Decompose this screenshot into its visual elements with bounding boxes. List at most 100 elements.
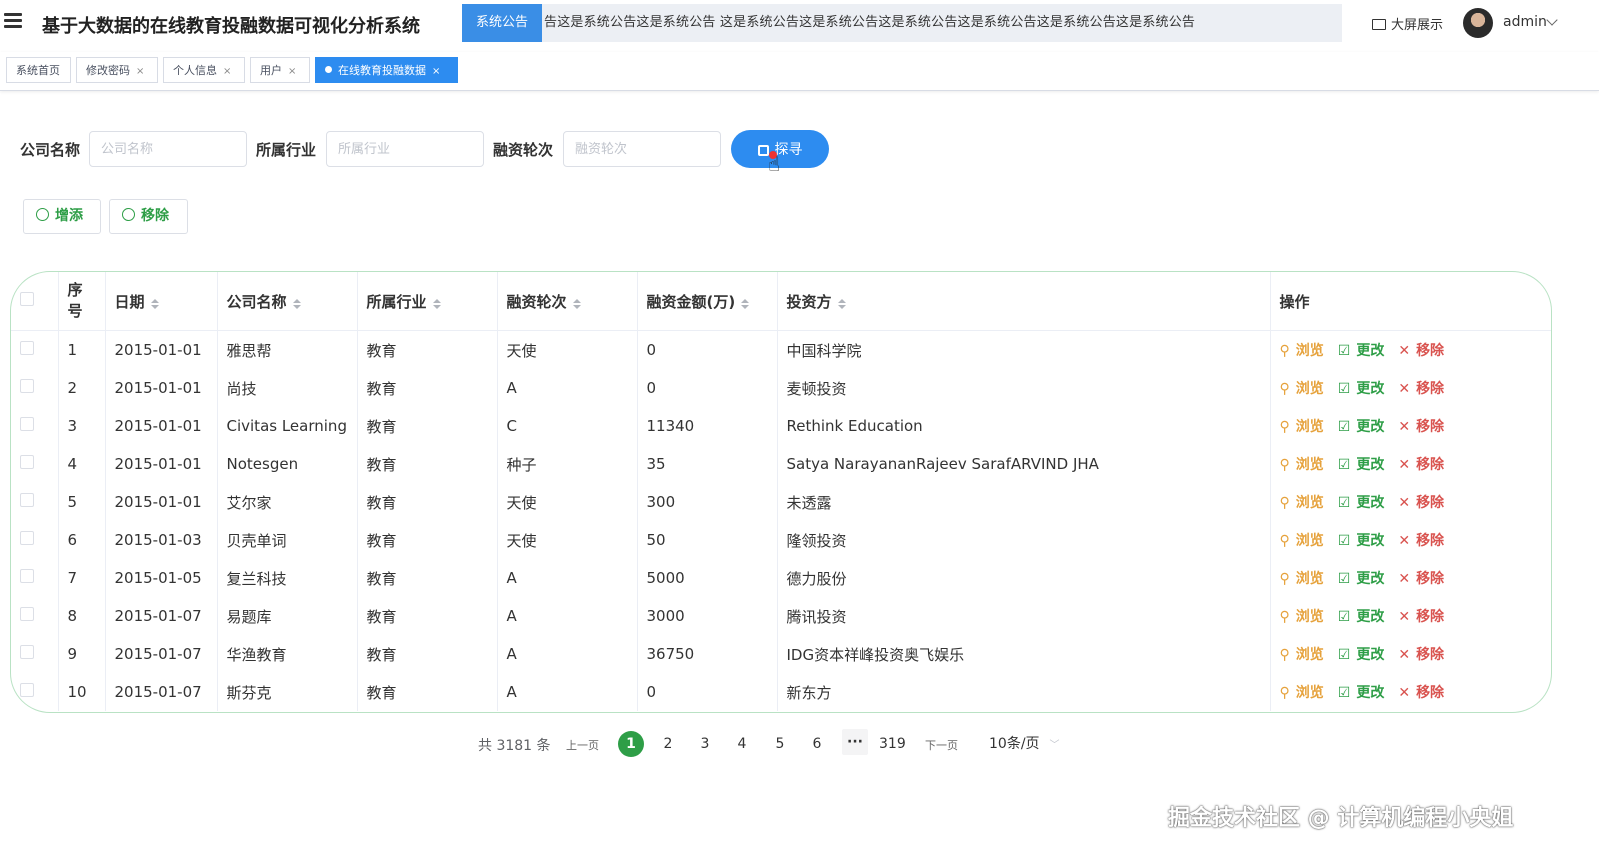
row-select-cell[interactable] xyxy=(11,673,59,711)
view-button[interactable]: ⚲ 浏览 xyxy=(1280,419,1324,435)
page-last-button[interactable]: 319 xyxy=(879,731,906,757)
row-checkbox[interactable] xyxy=(20,417,34,431)
delete-button[interactable]: ✕ 移除 xyxy=(1398,571,1444,587)
close-icon[interactable]: × xyxy=(288,66,296,77)
row-checkbox[interactable] xyxy=(20,341,34,355)
tab-profile[interactable]: 个人信息 × xyxy=(163,57,245,83)
view-button[interactable]: ⚲ 浏览 xyxy=(1280,495,1324,511)
close-icon: ✕ xyxy=(1398,685,1411,701)
industry-input[interactable] xyxy=(326,131,484,167)
page-1-button[interactable]: 1 xyxy=(618,731,644,757)
row-checkbox[interactable] xyxy=(20,569,34,583)
delete-button[interactable]: ✕ 移除 xyxy=(1398,457,1444,473)
edit-button[interactable]: ☑ 更改 xyxy=(1338,533,1385,549)
close-icon[interactable]: × xyxy=(136,66,144,77)
row-select-cell[interactable] xyxy=(11,521,59,559)
delete-button[interactable]: ✕ 移除 xyxy=(1398,343,1444,359)
row-checkbox[interactable] xyxy=(20,645,34,659)
row-select-cell[interactable] xyxy=(11,597,59,635)
select-all-cell[interactable] xyxy=(11,272,59,331)
col-industry[interactable]: 所属行业 xyxy=(357,272,498,331)
page-5-button[interactable]: 5 xyxy=(767,731,793,757)
page-2-button[interactable]: 2 xyxy=(655,731,681,757)
col-date[interactable]: 日期 xyxy=(105,272,218,331)
round-input[interactable] xyxy=(563,131,721,167)
close-icon[interactable]: × xyxy=(223,66,231,77)
col-investor[interactable]: 投资方 xyxy=(777,272,1271,331)
view-button[interactable]: ⚲ 浏览 xyxy=(1280,343,1324,359)
col-amount[interactable]: 融资金额(万) xyxy=(637,272,778,331)
delete-button[interactable]: ✕ 移除 xyxy=(1398,381,1444,397)
edit-button[interactable]: ☑ 更改 xyxy=(1338,419,1385,435)
delete-button[interactable]: ✕ 移除 xyxy=(1398,647,1444,663)
tab-home[interactable]: 系统首页 xyxy=(6,57,71,83)
row-select-cell[interactable] xyxy=(11,407,59,445)
chevron-down-icon[interactable] xyxy=(1546,14,1558,26)
edit-button[interactable]: ☑ 更改 xyxy=(1338,381,1385,397)
tab-change-password[interactable]: 修改密码 × xyxy=(76,57,158,83)
sort-icon[interactable] xyxy=(741,298,750,309)
user-name[interactable]: admin xyxy=(1503,14,1547,30)
col-company[interactable]: 公司名称 xyxy=(217,272,358,331)
view-button[interactable]: ⚲ 浏览 xyxy=(1280,381,1324,397)
more-pages-button[interactable]: ··· xyxy=(842,729,868,755)
view-button[interactable]: ⚲ 浏览 xyxy=(1280,685,1324,701)
delete-button[interactable]: ✕ 移除 xyxy=(1398,685,1444,701)
search-icon: ⚲ xyxy=(1279,381,1290,397)
page-size-select[interactable]: 10条/页 ﹀ xyxy=(989,731,1060,757)
row-checkbox[interactable] xyxy=(20,607,34,621)
cell-company: 尚技 xyxy=(217,369,358,407)
edit-button[interactable]: ☑ 更改 xyxy=(1338,571,1385,587)
row-select-cell[interactable] xyxy=(11,330,59,369)
tab-users[interactable]: 用户 × xyxy=(250,57,310,83)
row-select-cell[interactable] xyxy=(11,369,59,407)
row-checkbox[interactable] xyxy=(20,455,34,469)
sort-icon[interactable] xyxy=(432,298,441,309)
edit-button[interactable]: ☑ 更改 xyxy=(1338,685,1385,701)
edit-icon: ☑ xyxy=(1337,685,1351,701)
delete-button[interactable]: ✕ 移除 xyxy=(1398,533,1444,549)
sort-icon[interactable] xyxy=(572,298,581,309)
edit-button[interactable]: ☑ 更改 xyxy=(1338,343,1385,359)
menu-icon[interactable] xyxy=(4,13,22,29)
view-button[interactable]: ⚲ 浏览 xyxy=(1280,533,1324,549)
sort-icon[interactable] xyxy=(837,298,846,309)
tab-edu-finance-data[interactable]: 在线教育投融数据 × xyxy=(315,57,458,83)
bigscreen-link[interactable]: 大屏展示 xyxy=(1372,14,1443,33)
company-input[interactable] xyxy=(89,131,247,167)
prev-page-button[interactable]: 上一页 xyxy=(566,733,599,759)
select-all-checkbox[interactable] xyxy=(20,292,34,306)
page-4-button[interactable]: 4 xyxy=(729,731,755,757)
row-select-cell[interactable] xyxy=(11,445,59,483)
view-button[interactable]: ⚲ 浏览 xyxy=(1280,457,1324,473)
col-round[interactable]: 融资轮次 xyxy=(497,272,638,331)
delete-button[interactable]: ✕ 移除 xyxy=(1398,609,1444,625)
cell-round: A xyxy=(497,597,638,635)
avatar[interactable] xyxy=(1463,8,1493,38)
remove-button[interactable]: 移除 xyxy=(109,199,188,234)
edit-button[interactable]: ☑ 更改 xyxy=(1338,457,1385,473)
row-checkbox[interactable] xyxy=(20,493,34,507)
view-button[interactable]: ⚲ 浏览 xyxy=(1280,609,1324,625)
view-button[interactable]: ⚲ 浏览 xyxy=(1280,647,1324,663)
row-checkbox[interactable] xyxy=(20,683,34,697)
close-icon[interactable]: × xyxy=(432,66,440,77)
row-select-cell[interactable] xyxy=(11,559,59,597)
view-button[interactable]: ⚲ 浏览 xyxy=(1280,571,1324,587)
row-checkbox[interactable] xyxy=(20,379,34,393)
sort-icon[interactable] xyxy=(150,298,159,309)
edit-button[interactable]: ☑ 更改 xyxy=(1338,647,1385,663)
add-button[interactable]: 增添 xyxy=(23,199,101,234)
row-select-cell[interactable] xyxy=(11,635,59,673)
cell-amount: 5000 xyxy=(637,559,778,597)
edit-button[interactable]: ☑ 更改 xyxy=(1338,609,1385,625)
edit-button[interactable]: ☑ 更改 xyxy=(1338,495,1385,511)
page-6-button[interactable]: 6 xyxy=(804,731,830,757)
page-3-button[interactable]: 3 xyxy=(692,731,718,757)
delete-button[interactable]: ✕ 移除 xyxy=(1398,419,1444,435)
next-page-button[interactable]: 下一页 xyxy=(925,733,958,759)
sort-icon[interactable] xyxy=(292,298,301,309)
delete-button[interactable]: ✕ 移除 xyxy=(1398,495,1444,511)
row-checkbox[interactable] xyxy=(20,531,34,545)
row-select-cell[interactable] xyxy=(11,483,59,521)
